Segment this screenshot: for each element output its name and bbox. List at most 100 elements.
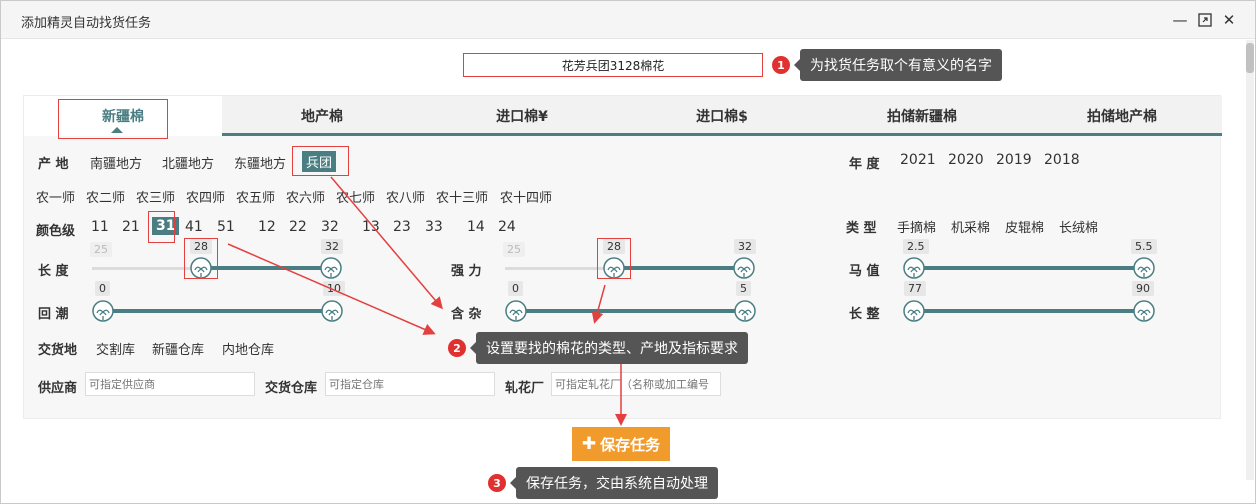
callout-number-2: 2 <box>448 339 466 357</box>
delivery-exchange-warehouse[interactable]: 交割库 <box>96 339 135 358</box>
highlight-tab <box>58 99 168 139</box>
tab-domestic-cotton[interactable]: 地产棉 <box>222 96 422 136</box>
micronaire-high-handle[interactable] <box>1133 257 1155 279</box>
type-roller-ginned[interactable]: 皮辊棉 <box>1005 217 1044 236</box>
year-2019[interactable]: 2019 <box>996 152 1032 168</box>
division-8[interactable]: 农八师 <box>386 187 425 206</box>
year-label: 年 度 <box>849 157 880 172</box>
trash-high-handle[interactable] <box>734 300 756 322</box>
strength-label: 强 力 <box>451 264 482 279</box>
grade-12[interactable]: 12 <box>258 219 276 235</box>
tab-reserve-domestic-cotton[interactable]: 拍储地产棉 <box>1022 96 1222 136</box>
callout-number-3: 3 <box>488 474 506 492</box>
moisture-low-handle[interactable] <box>92 300 114 322</box>
delivery-xinjiang-warehouse[interactable]: 新疆仓库 <box>152 339 204 358</box>
grade-41[interactable]: 41 <box>185 219 203 235</box>
micronaire-label: 马 值 <box>849 264 880 279</box>
tab-import-cotton-usd[interactable]: 进口棉$ <box>622 96 822 136</box>
division-1[interactable]: 农一师 <box>36 187 75 206</box>
grade-51[interactable]: 51 <box>217 219 235 235</box>
grade-23[interactable]: 23 <box>393 219 411 235</box>
plus-icon: ✚ <box>581 434 597 454</box>
uniformity-high-value: 90 <box>1132 281 1154 296</box>
task-name-input[interactable] <box>463 53 763 77</box>
type-label: 类 型 <box>846 221 877 236</box>
highlight-origin <box>292 146 349 176</box>
grade-11[interactable]: 11 <box>91 219 109 235</box>
moisture-label: 回 潮 <box>38 307 69 322</box>
division-2[interactable]: 农二师 <box>86 187 125 206</box>
save-task-button[interactable]: ✚ 保存任务 <box>572 427 670 461</box>
division-7[interactable]: 农七师 <box>336 187 375 206</box>
division-14[interactable]: 农十四师 <box>500 187 552 206</box>
length-label: 长 度 <box>38 264 69 279</box>
warehouse-input[interactable] <box>325 372 495 396</box>
moisture-high-handle[interactable] <box>321 300 343 322</box>
uniformity-low-value: 77 <box>904 281 926 296</box>
division-5[interactable]: 农五师 <box>236 187 275 206</box>
length-min-value: 25 <box>90 242 112 257</box>
origin-north-xinjiang[interactable]: 北疆地方 <box>162 153 214 172</box>
year-2018[interactable]: 2018 <box>1044 152 1080 168</box>
dialog-window: 添加精灵自动找货任务 — ✕ 1 为找货任务取个有意义的名字 新疆棉 地产棉 进… <box>0 0 1256 504</box>
tab-reserve-xinjiang-cotton[interactable]: 拍储新疆棉 <box>822 96 1022 136</box>
grade-22[interactable]: 22 <box>289 219 307 235</box>
division-4[interactable]: 农四师 <box>186 187 225 206</box>
callout-1: 为找货任务取个有意义的名字 <box>794 49 1002 81</box>
highlight-length <box>184 238 218 279</box>
length-high-handle[interactable] <box>320 257 342 279</box>
maximize-icon[interactable] <box>1196 11 1214 29</box>
division-6[interactable]: 农六师 <box>286 187 325 206</box>
moisture-range-fill <box>103 309 333 313</box>
division-13[interactable]: 农十三师 <box>436 187 488 206</box>
type-long-staple[interactable]: 长绒棉 <box>1059 217 1098 236</box>
tab-bar: 新疆棉 地产棉 进口棉¥ 进口棉$ 拍储新疆棉 拍储地产棉 <box>24 96 1222 136</box>
year-2021[interactable]: 2021 <box>900 152 936 168</box>
supplier-label: 供应商 <box>38 381 78 396</box>
tab-import-cotton-rmb[interactable]: 进口棉¥ <box>422 96 622 136</box>
gin-input[interactable] <box>551 372 721 396</box>
division-3[interactable]: 农三师 <box>136 187 175 206</box>
strength-high-handle[interactable] <box>733 257 755 279</box>
type-machine-picked[interactable]: 机采棉 <box>951 217 990 236</box>
highlight-strength <box>597 238 631 279</box>
micronaire-high-value: 5.5 <box>1131 239 1157 254</box>
uniformity-label: 长 整 <box>849 307 880 322</box>
moisture-low-value: 0 <box>95 281 110 296</box>
dialog-title: 添加精灵自动找货任务 <box>21 16 152 31</box>
supplier-input[interactable] <box>85 372 255 396</box>
strength-high-value: 32 <box>734 239 756 254</box>
type-hand-picked[interactable]: 手摘棉 <box>897 217 936 236</box>
origin-east-xinjiang[interactable]: 东疆地方 <box>234 153 286 172</box>
grade-32[interactable]: 32 <box>321 219 339 235</box>
trash-high-value: 5 <box>736 281 751 296</box>
trash-range-fill <box>516 309 746 313</box>
grade-13[interactable]: 13 <box>362 219 380 235</box>
year-2020[interactable]: 2020 <box>948 152 984 168</box>
delivery-label: 交货地 <box>38 343 78 358</box>
strength-min-value: 25 <box>503 242 525 257</box>
micronaire-low-value: 2.5 <box>903 239 929 254</box>
scrollbar-track[interactable] <box>1246 40 1254 480</box>
grade-33[interactable]: 33 <box>425 219 443 235</box>
origin-label: 产 地 <box>38 157 69 172</box>
micronaire-low-handle[interactable] <box>903 257 925 279</box>
grade-14[interactable]: 14 <box>467 219 485 235</box>
trash-low-handle[interactable] <box>505 300 527 322</box>
callout-3: 保存任务，交由系统自动处理 <box>510 467 718 499</box>
scrollbar-thumb[interactable] <box>1246 43 1254 73</box>
trash-label: 含 杂 <box>451 307 482 322</box>
warehouse-label: 交货仓库 <box>265 381 318 396</box>
length-range-fill <box>201 266 331 270</box>
uniformity-high-handle[interactable] <box>1133 300 1155 322</box>
grade-24[interactable]: 24 <box>498 219 516 235</box>
strength-range-fill <box>614 266 744 270</box>
close-icon[interactable]: ✕ <box>1220 11 1238 29</box>
origin-south-xinjiang[interactable]: 南疆地方 <box>90 153 142 172</box>
uniformity-low-handle[interactable] <box>903 300 925 322</box>
delivery-inland-warehouse[interactable]: 内地仓库 <box>222 339 274 358</box>
title-bar: 添加精灵自动找货任务 — ✕ <box>1 1 1255 39</box>
minimize-icon[interactable]: — <box>1171 11 1189 29</box>
micronaire-range-fill <box>914 266 1144 270</box>
grade-21[interactable]: 21 <box>122 219 140 235</box>
